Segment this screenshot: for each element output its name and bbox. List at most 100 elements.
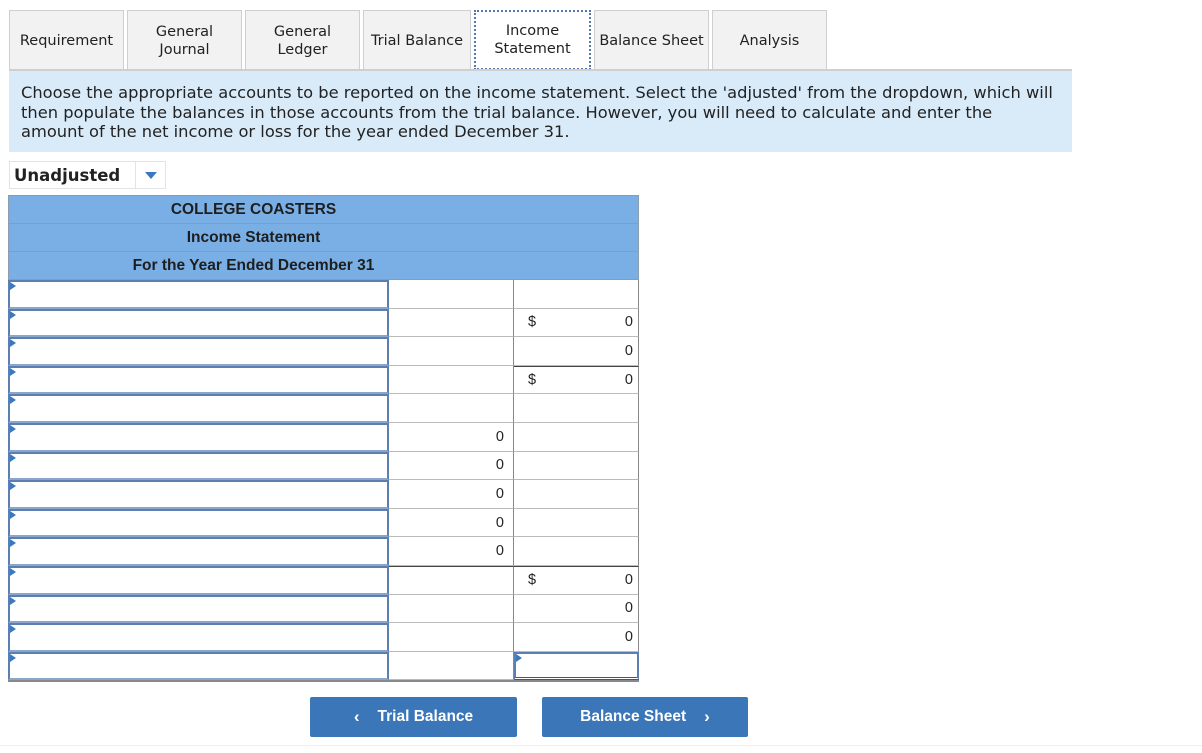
table-row: 0 bbox=[8, 623, 639, 652]
total-cell: $0 bbox=[514, 565, 639, 595]
tab-income-statement[interactable]: Income Statement bbox=[474, 10, 591, 70]
account-select-field[interactable] bbox=[8, 480, 389, 509]
dropdown-flag-icon bbox=[10, 453, 16, 462]
tab-label: Income Statement bbox=[494, 23, 571, 57]
dollar-sign: $ bbox=[528, 572, 537, 589]
total-value: 0 bbox=[624, 342, 633, 359]
dropdown-selected-value: Unadjusted bbox=[10, 162, 136, 188]
table-bottom-border bbox=[8, 680, 639, 683]
account-select-field[interactable] bbox=[8, 337, 389, 366]
total-cell bbox=[514, 280, 639, 309]
dropdown-flag-icon bbox=[10, 482, 16, 491]
dropdown-flag-icon bbox=[10, 653, 16, 662]
chevron-right-icon: › bbox=[704, 707, 710, 726]
amount-cell: 0 bbox=[389, 480, 514, 509]
account-select-field[interactable] bbox=[8, 394, 389, 423]
amount-cell: 0 bbox=[389, 422, 514, 452]
account-select-field[interactable] bbox=[8, 594, 389, 624]
total-value: 0 bbox=[624, 314, 633, 331]
dropdown-flag-icon bbox=[10, 625, 16, 634]
account-select-field[interactable] bbox=[8, 422, 389, 452]
table-row bbox=[8, 651, 639, 681]
balance-type-dropdown[interactable]: Unadjusted bbox=[9, 161, 166, 189]
statement-period-header: For the Year Ended December 31 bbox=[8, 252, 639, 280]
statement-title-header: Income Statement bbox=[8, 224, 639, 252]
dollar-sign: $ bbox=[528, 372, 537, 389]
dropdown-flag-icon bbox=[10, 596, 16, 605]
amount-cell bbox=[389, 308, 514, 338]
instructions-panel: Choose the appropriate accounts to be re… bbox=[9, 71, 1072, 152]
dropdown-flag-icon bbox=[10, 510, 16, 519]
next-balance-sheet-button[interactable]: Balance Sheet › bbox=[542, 697, 748, 737]
total-value: 0 bbox=[624, 600, 633, 617]
total-cell: 0 bbox=[514, 623, 639, 652]
total-value: 0 bbox=[624, 372, 633, 389]
dollar-sign: $ bbox=[528, 314, 537, 331]
amount-cell: 0 bbox=[389, 537, 514, 566]
dropdown-arrow[interactable] bbox=[136, 171, 165, 179]
total-cell bbox=[514, 480, 639, 509]
dropdown-flag-icon bbox=[10, 282, 16, 290]
account-select-field[interactable] bbox=[8, 651, 389, 681]
caret-down-icon bbox=[144, 171, 157, 179]
account-select-field[interactable] bbox=[8, 280, 389, 309]
tab-general-ledger[interactable]: General Ledger bbox=[245, 10, 360, 70]
table-row: 0 bbox=[8, 451, 639, 481]
dropdown-flag-icon bbox=[10, 567, 16, 576]
total-cell bbox=[514, 422, 639, 452]
dropdown-flag-icon bbox=[516, 653, 522, 662]
total-cell: 0 bbox=[514, 594, 639, 624]
tab-balance-sheet[interactable]: Balance Sheet bbox=[594, 10, 709, 70]
dropdown-flag-icon bbox=[10, 367, 16, 376]
amount-cell: 0 bbox=[389, 451, 514, 481]
prev-button-label: Trial Balance bbox=[377, 708, 474, 725]
table-row: $0 bbox=[8, 365, 639, 395]
account-select-field[interactable] bbox=[8, 365, 389, 395]
amount-cell: 0 bbox=[389, 508, 514, 538]
company-name-header: COLLEGE COASTERS bbox=[8, 195, 639, 224]
tab-label: Requirement bbox=[19, 32, 114, 49]
total-cell: $0 bbox=[514, 365, 639, 395]
amount-cell bbox=[389, 365, 514, 395]
tab-requirement[interactable]: Requirement bbox=[9, 10, 124, 70]
table-row: 0 bbox=[8, 337, 639, 366]
table-row: 0 bbox=[8, 422, 639, 452]
account-select-field[interactable] bbox=[8, 537, 389, 566]
dropdown-flag-icon bbox=[10, 539, 16, 548]
tab-analysis[interactable]: Analysis bbox=[712, 10, 827, 70]
total-cell: 0 bbox=[514, 337, 639, 366]
total-cell bbox=[514, 394, 639, 423]
account-select-field[interactable] bbox=[8, 508, 389, 538]
amount-cell bbox=[389, 337, 514, 366]
chevron-left-icon: ‹ bbox=[353, 707, 360, 726]
amount-cell bbox=[389, 394, 514, 423]
tab-label: Trial Balance bbox=[370, 32, 464, 49]
prev-trial-balance-button[interactable]: ‹ Trial Balance bbox=[310, 697, 517, 737]
table-row bbox=[8, 280, 639, 309]
company-name: COLLEGE COASTERS bbox=[170, 200, 337, 218]
net-income-input[interactable] bbox=[514, 651, 639, 681]
table-row: $0 bbox=[8, 565, 639, 595]
statement-title: Income Statement bbox=[186, 228, 321, 246]
account-select-field[interactable] bbox=[8, 623, 389, 652]
amount-cell bbox=[389, 565, 514, 595]
total-cell bbox=[514, 537, 639, 566]
account-select-field[interactable] bbox=[8, 308, 389, 338]
statement-rows: $0 0 $0 0 0 0 0 0 $0 0 0 bbox=[8, 280, 639, 681]
tab-label: Balance Sheet bbox=[599, 32, 704, 49]
total-cell bbox=[514, 451, 639, 481]
income-statement-table: COLLEGE COASTERS Income Statement For th… bbox=[8, 195, 639, 683]
footer-divider bbox=[0, 745, 1202, 746]
table-row: $0 bbox=[8, 308, 639, 338]
dropdown-flag-icon bbox=[10, 396, 16, 405]
amount-cell bbox=[389, 280, 514, 309]
account-select-field[interactable] bbox=[8, 451, 389, 481]
statement-period: For the Year Ended December 31 bbox=[132, 256, 375, 274]
account-select-field[interactable] bbox=[8, 565, 389, 595]
table-row: 0 bbox=[8, 480, 639, 509]
tab-bar: Requirement General Journal General Ledg… bbox=[9, 10, 830, 70]
total-value: 0 bbox=[624, 628, 633, 645]
tab-trial-balance[interactable]: Trial Balance bbox=[363, 10, 471, 70]
tab-general-journal[interactable]: General Journal bbox=[127, 10, 242, 70]
table-row bbox=[8, 394, 639, 423]
